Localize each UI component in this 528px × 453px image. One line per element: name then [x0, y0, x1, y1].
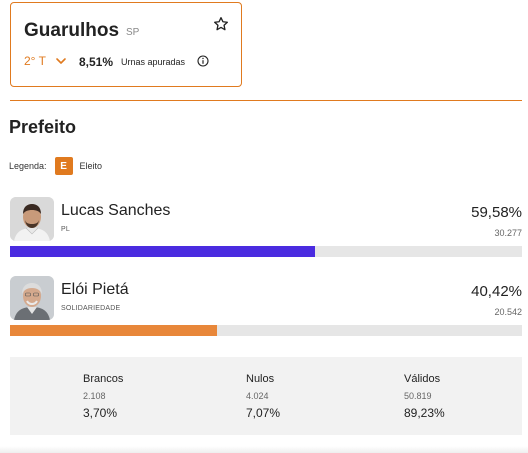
- summary-count: 50.819: [404, 391, 432, 401]
- round-selector[interactable]: 2° T: [24, 54, 67, 68]
- legend-label: Legenda:: [9, 161, 47, 171]
- legend-text: Eleito: [79, 161, 103, 171]
- summary-count: 4.024: [246, 391, 269, 401]
- urnas-label: Urnas apuradas: [121, 57, 186, 67]
- candidate-party: PL: [61, 226, 70, 233]
- vote-bar-track: [10, 246, 522, 257]
- candidate-percent: 59,58%: [471, 204, 522, 221]
- candidate-votes: 20.542: [494, 307, 522, 317]
- candidate-name: Lucas Sanches: [61, 202, 171, 219]
- candidate-photo: [10, 197, 54, 241]
- info-icon[interactable]: [197, 55, 209, 67]
- summary-label: Nulos: [246, 373, 275, 385]
- summary-percent: 7,07%: [246, 406, 281, 420]
- urnas-percent: 8,51%: [79, 55, 114, 69]
- candidate-percent: 40,42%: [471, 283, 522, 300]
- elected-badge: E: [54, 157, 73, 175]
- summary-validos: Válidos 50.819 89,23%: [404, 373, 445, 420]
- summary-brancos: Brancos 2.108 3,70%: [83, 373, 123, 420]
- star-icon[interactable]: [213, 16, 229, 32]
- section-title: Prefeito: [9, 117, 77, 137]
- summary-nulos: Nulos 4.024 7,07%: [246, 373, 280, 420]
- candidate-name: Elói Pietá: [61, 281, 129, 298]
- bottom-edge: [0, 446, 528, 453]
- vote-bar-fill: [10, 325, 217, 336]
- state-abbreviation: SP: [126, 27, 140, 38]
- chevron-down-icon: [56, 58, 66, 64]
- vote-summary-panel: Brancos 2.108 3,70% Nulos 4.024 7,07% Vá…: [10, 357, 522, 435]
- vote-bar-fill: [10, 246, 316, 257]
- candidate-votes: 30.277: [494, 228, 522, 238]
- location-card: Guarulhos SP 2° T 8,51% Urnas apuradas: [10, 2, 242, 87]
- summary-label: Brancos: [83, 373, 124, 385]
- legend: Legenda: E Eleito: [9, 157, 102, 175]
- vote-bar-track: [10, 325, 522, 336]
- candidate-photo: [10, 276, 54, 320]
- summary-count: 2.108: [83, 391, 106, 401]
- city-name: Guarulhos: [24, 20, 120, 41]
- summary-label: Válidos: [404, 373, 441, 385]
- section-divider: [10, 100, 522, 101]
- round-label: 2° T: [24, 54, 46, 68]
- summary-percent: 89,23%: [404, 406, 445, 420]
- candidate-party: SOLIDARIEDADE: [61, 305, 121, 312]
- summary-percent: 3,70%: [83, 406, 118, 420]
